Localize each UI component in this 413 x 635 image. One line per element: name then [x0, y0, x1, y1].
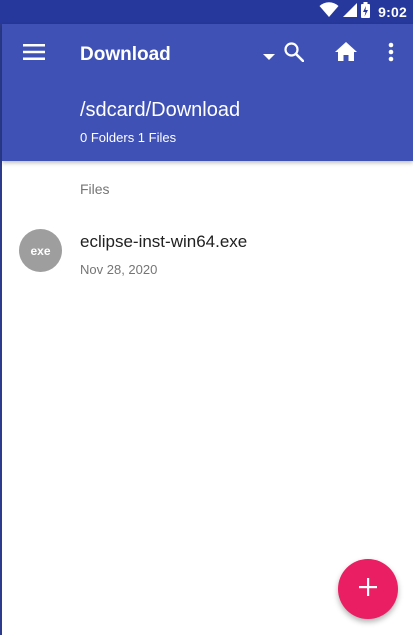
dropdown-arrow-icon [262, 53, 275, 60]
wifi-icon: x [319, 1, 339, 23]
status-icons: x 9:02 [319, 0, 407, 24]
more-options-button[interactable] [373, 36, 409, 72]
location-spinner[interactable]: Download [80, 40, 275, 70]
file-date: Nov 28, 2020 [80, 262, 158, 277]
more-vert-icon [388, 42, 394, 67]
search-icon [284, 41, 305, 67]
current-path: /sdcard/Download [80, 99, 241, 121]
svg-text:x: x [332, 11, 336, 18]
menu-button[interactable] [14, 36, 54, 72]
home-icon [335, 42, 357, 66]
file-list-item[interactable]: exe eclipse-inst-win64.exe Nov 28, 2020 [2, 212, 413, 292]
app-title: Download [80, 44, 171, 65]
home-button[interactable] [328, 36, 364, 72]
files-section-header: Files [80, 181, 110, 197]
status-bar: x 9:02 [0, 0, 413, 24]
folder-file-count: 0 Folders 1 Files [80, 130, 177, 145]
status-time: 9:02 [378, 4, 407, 20]
signal-icon [343, 2, 358, 22]
search-button[interactable] [276, 36, 312, 72]
menu-icon [23, 43, 45, 65]
add-icon [359, 577, 377, 601]
battery-icon [361, 1, 371, 23]
file-type-icon: exe [19, 229, 62, 272]
app-bar: Download /sdcard/Download 0 Folders 1 Fi [2, 24, 413, 161]
file-name: eclipse-inst-win64.exe [80, 232, 248, 251]
add-fab-button[interactable] [338, 559, 398, 619]
